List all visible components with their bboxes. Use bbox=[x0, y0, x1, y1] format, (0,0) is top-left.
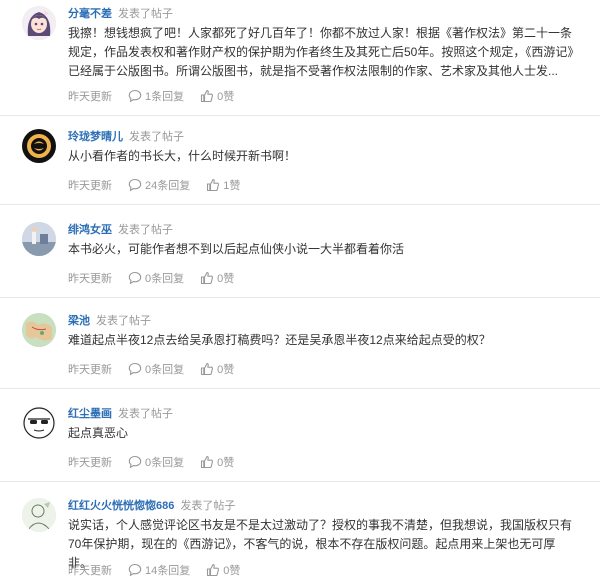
post-header: 红红火火恍恍惚惚686 发表了帖子 bbox=[68, 498, 235, 513]
thumbs-up-icon bbox=[201, 89, 214, 103]
post-action-text: 发表了帖子 bbox=[129, 131, 184, 143]
reply-button[interactable]: 14条回复 bbox=[128, 562, 190, 578]
sunglasses-face-avatar[interactable] bbox=[22, 406, 56, 440]
like-button[interactable]: 0赞 bbox=[206, 562, 240, 578]
post-time: 昨天更新 bbox=[68, 91, 112, 103]
author-name[interactable]: 分毫不差 bbox=[68, 8, 112, 20]
like-button[interactable]: 0赞 bbox=[200, 88, 234, 104]
post-item: 红尘墨画 发表了帖子 起点真恶心 昨天更新 0条回复 0赞 bbox=[0, 404, 600, 482]
reply-count: 0条回复 bbox=[145, 457, 185, 469]
post-content[interactable]: 起点真恶心 bbox=[68, 424, 578, 443]
post-action-text: 发表了帖子 bbox=[118, 408, 173, 420]
post-footer: 昨天更新 24条回复 1赞 bbox=[68, 177, 256, 193]
map-avatar[interactable] bbox=[22, 313, 56, 347]
like-button[interactable]: 0赞 bbox=[200, 361, 234, 377]
post-header: 分毫不差 发表了帖子 bbox=[68, 6, 173, 21]
post-header: 玲珑梦晴儿 发表了帖子 bbox=[68, 129, 184, 144]
sketch-avatar[interactable] bbox=[22, 498, 56, 532]
post-time: 昨天更新 bbox=[68, 457, 112, 469]
comment-icon bbox=[128, 362, 142, 376]
post-item: 玲珑梦晴儿 发表了帖子 从小看作者的书长大，什么时候开新书啊！ 昨天更新 24条回… bbox=[0, 127, 600, 205]
author-name[interactable]: 玲珑梦晴儿 bbox=[68, 131, 123, 143]
reply-button[interactable]: 0条回复 bbox=[128, 454, 184, 470]
like-count: 0赞 bbox=[223, 565, 241, 577]
like-button[interactable]: 1赞 bbox=[206, 177, 240, 193]
post-item: 分毫不差 发表了帖子 我擦！想钱想疯了吧！人家都死了好几百年了！你都不放过人家！根… bbox=[0, 4, 600, 116]
like-count: 0赞 bbox=[217, 364, 235, 376]
post-item: 红红火火恍恍惚惚686 发表了帖子 说实话，个人感觉评论区书友是不是太过激动了？授… bbox=[0, 496, 600, 580]
post-action-text: 发表了帖子 bbox=[118, 8, 173, 20]
thumbs-up-icon bbox=[201, 362, 214, 376]
post-footer: 昨天更新 1条回复 0赞 bbox=[68, 88, 250, 104]
post-footer: 昨天更新 0条回复 0赞 bbox=[68, 361, 250, 377]
post-header: 绯鸿女巫 发表了帖子 bbox=[68, 222, 173, 237]
thumbs-up-icon bbox=[201, 455, 214, 469]
photo-avatar[interactable] bbox=[22, 222, 56, 256]
comment-icon bbox=[128, 455, 142, 469]
anime-girl-avatar[interactable] bbox=[22, 6, 56, 40]
reply-count: 1条回复 bbox=[145, 91, 185, 103]
reply-count: 0条回复 bbox=[145, 273, 185, 285]
like-button[interactable]: 0赞 bbox=[200, 454, 234, 470]
ring-logo-avatar[interactable] bbox=[22, 129, 56, 163]
reply-button[interactable]: 1条回复 bbox=[128, 88, 184, 104]
thumbs-up-icon bbox=[207, 563, 220, 577]
author-name[interactable]: 梁池 bbox=[68, 315, 90, 327]
author-name[interactable]: 红尘墨画 bbox=[68, 408, 112, 420]
post-item: 梁池 发表了帖子 难道起点半夜12点去给吴承恩打稿费吗？还是吴承恩半夜12点来给起… bbox=[0, 311, 600, 389]
reply-button[interactable]: 0条回复 bbox=[128, 361, 184, 377]
like-count: 1赞 bbox=[223, 180, 241, 192]
post-header: 梁池 发表了帖子 bbox=[68, 313, 151, 328]
comment-icon bbox=[128, 89, 142, 103]
post-time: 昨天更新 bbox=[68, 364, 112, 376]
post-action-text: 发表了帖子 bbox=[180, 500, 236, 512]
post-time: 昨天更新 bbox=[68, 273, 112, 285]
post-action-text: 发表了帖子 bbox=[118, 224, 173, 236]
like-count: 0赞 bbox=[217, 273, 235, 285]
post-footer: 昨天更新 0条回复 0赞 bbox=[68, 454, 250, 470]
like-count: 0赞 bbox=[217, 457, 235, 469]
reply-button[interactable]: 24条回复 bbox=[128, 177, 190, 193]
author-name[interactable]: 绯鸿女巫 bbox=[68, 224, 112, 236]
post-content[interactable]: 难道起点半夜12点去给吴承恩打稿费吗？还是吴承恩半夜12点来给起点受的权？ bbox=[68, 331, 578, 350]
post-time: 昨天更新 bbox=[68, 180, 112, 192]
post-feed: 分毫不差 发表了帖子 我擦！想钱想疯了吧！人家都死了好几百年了！你都不放过人家！根… bbox=[0, 0, 600, 580]
author-name[interactable]: 红红火火恍恍惚惚686 bbox=[68, 500, 174, 512]
post-content[interactable]: 从小看作者的书长大，什么时候开新书啊！ bbox=[68, 147, 578, 166]
reply-count: 24条回复 bbox=[145, 180, 191, 192]
post-content[interactable]: 本书必火，可能作者想不到以后起点仙侠小说一大半都看着你活 bbox=[68, 240, 578, 259]
post-footer: 昨天更新 14条回复 0赞 bbox=[68, 562, 256, 578]
thumbs-up-icon bbox=[207, 178, 220, 192]
comment-icon bbox=[128, 563, 142, 577]
post-action-text: 发表了帖子 bbox=[96, 315, 151, 327]
comment-icon bbox=[128, 178, 142, 192]
like-count: 0赞 bbox=[217, 91, 235, 103]
thumbs-up-icon bbox=[201, 271, 214, 285]
reply-count: 14条回复 bbox=[145, 565, 191, 577]
post-footer: 昨天更新 0条回复 0赞 bbox=[68, 270, 250, 286]
like-button[interactable]: 0赞 bbox=[200, 270, 234, 286]
post-time: 昨天更新 bbox=[68, 565, 112, 577]
post-header: 红尘墨画 发表了帖子 bbox=[68, 406, 173, 421]
post-content[interactable]: 我擦！想钱想疯了吧！人家都死了好几百年了！你都不放过人家！根据《著作权法》第二十… bbox=[68, 24, 578, 81]
reply-button[interactable]: 0条回复 bbox=[128, 270, 184, 286]
comment-icon bbox=[128, 271, 142, 285]
reply-count: 0条回复 bbox=[145, 364, 185, 376]
post-item: 绯鸿女巫 发表了帖子 本书必火，可能作者想不到以后起点仙侠小说一大半都看着你活 昨… bbox=[0, 220, 600, 298]
